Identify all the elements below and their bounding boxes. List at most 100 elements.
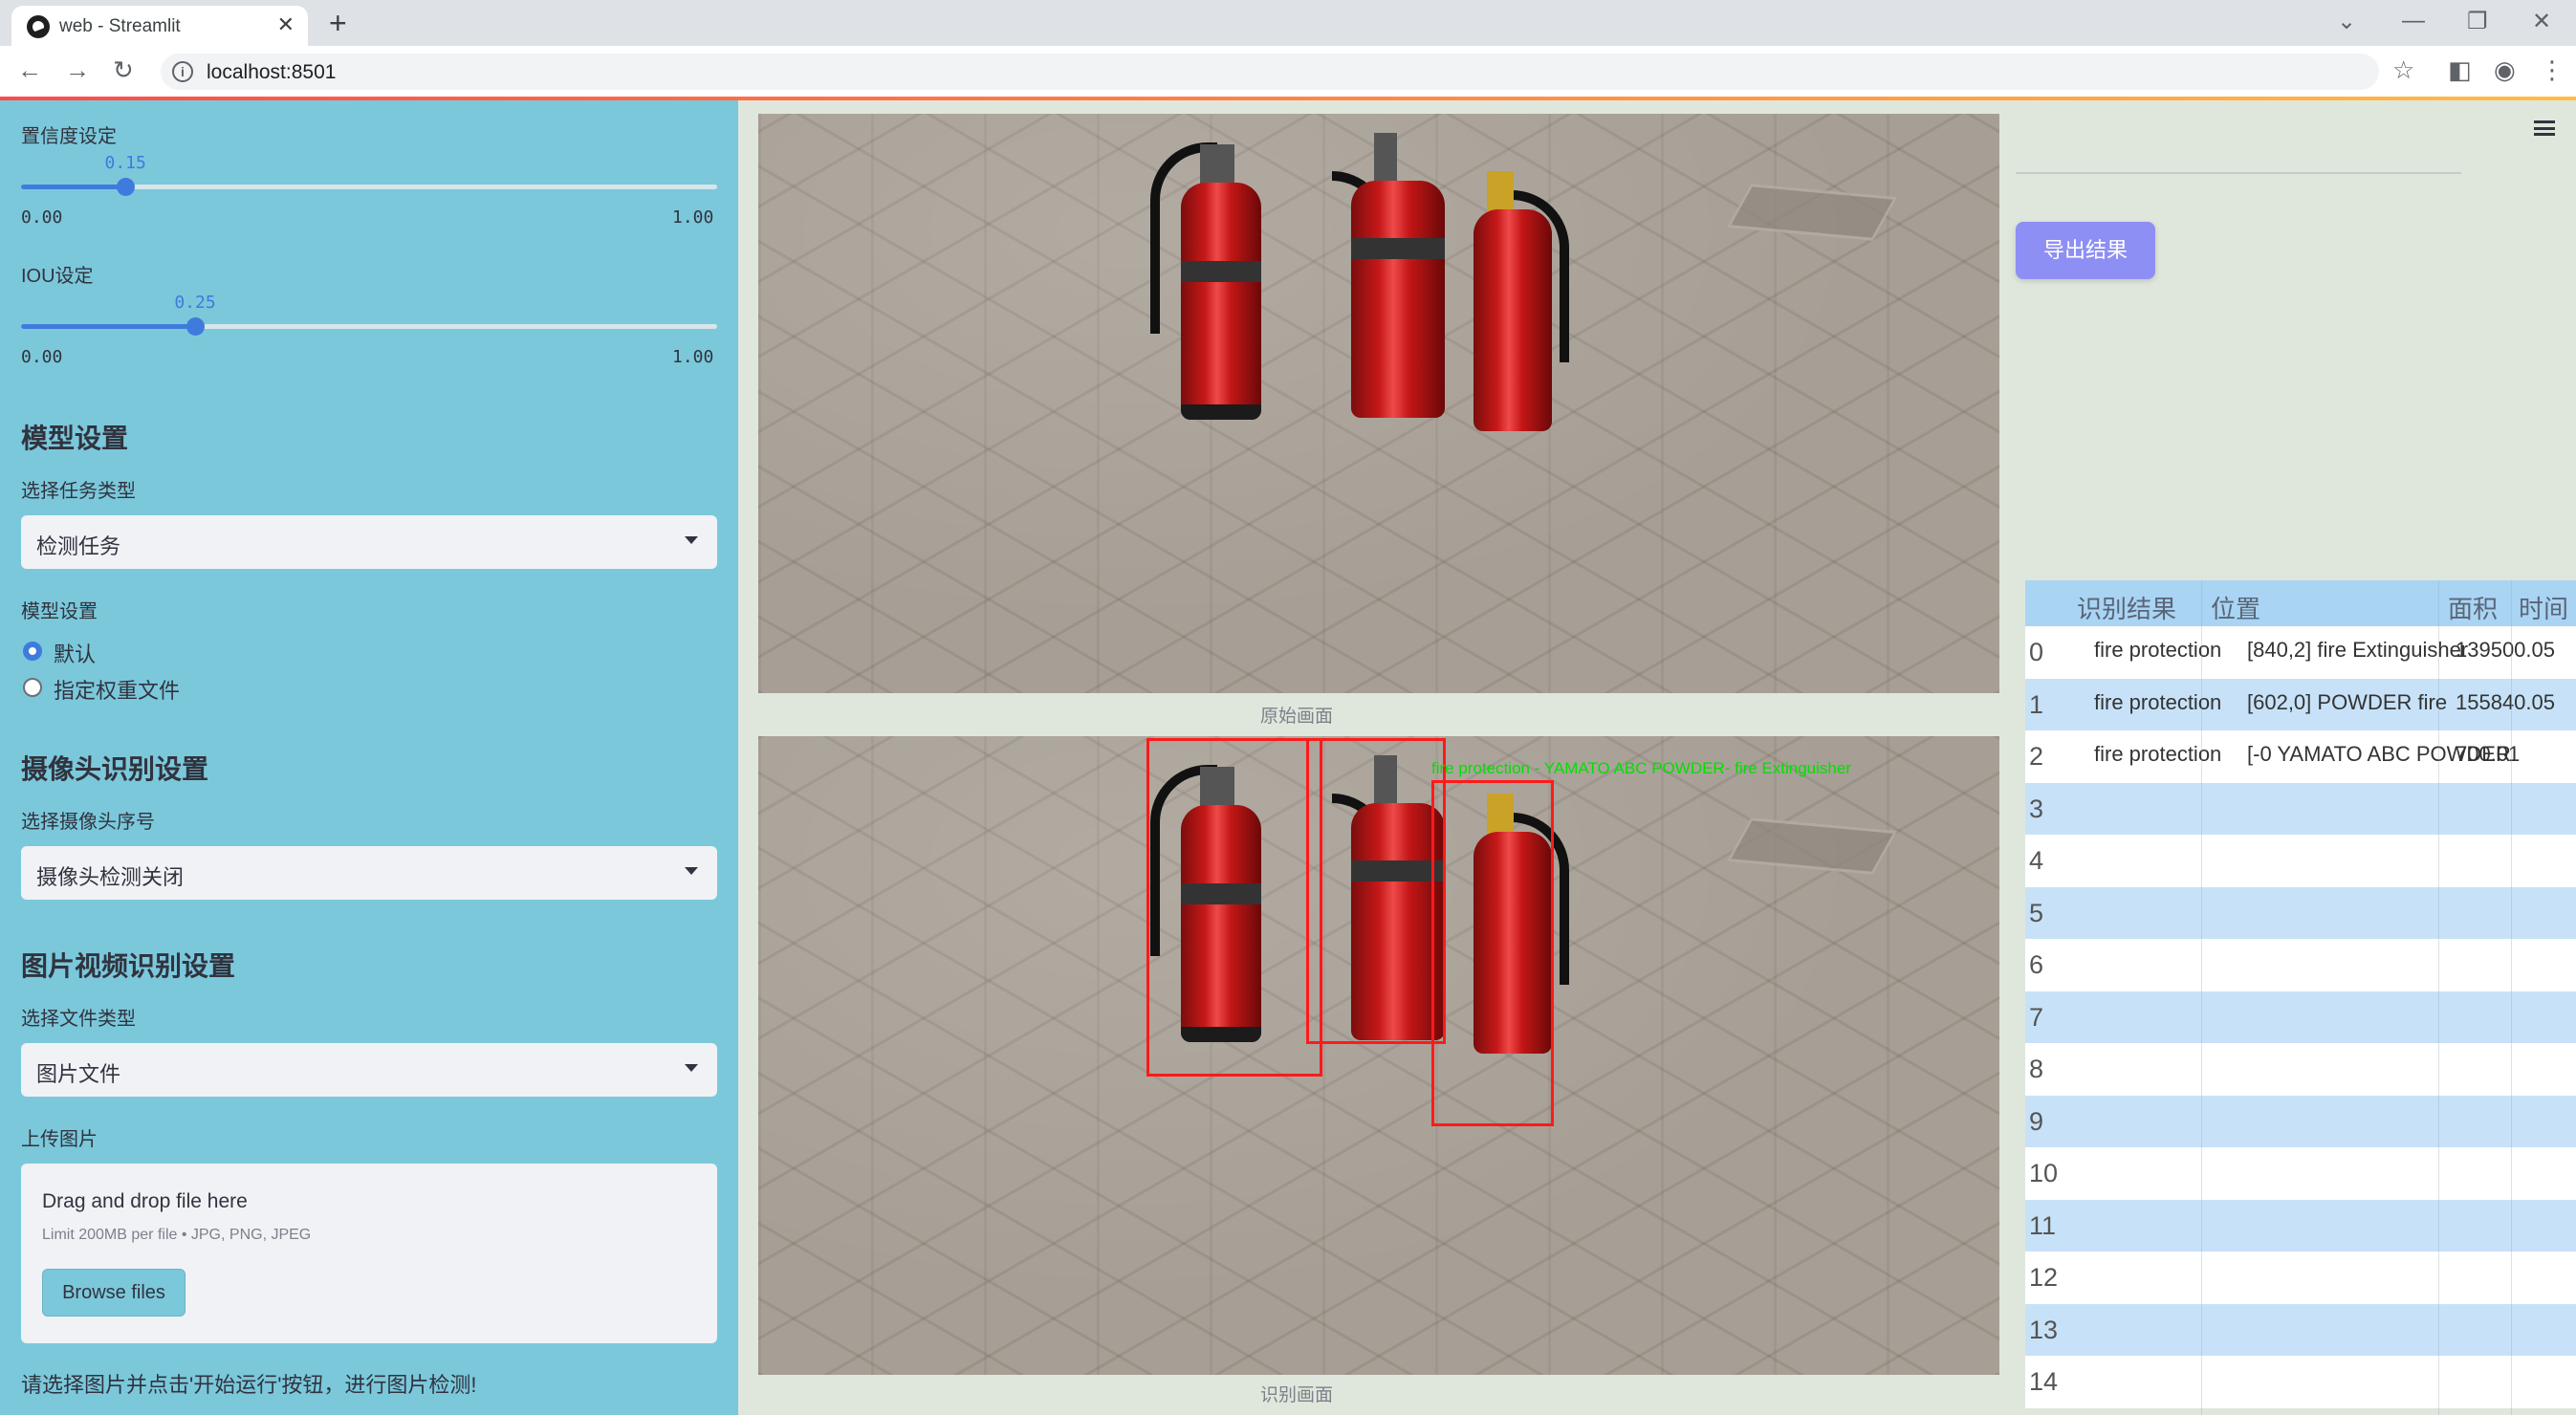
browser-menu-icon[interactable]: ⋮	[2540, 55, 2565, 85]
reload-icon[interactable]: ↻	[113, 55, 134, 85]
column-divider	[2438, 580, 2439, 1415]
table-row[interactable]: 3	[2025, 782, 2576, 836]
confidence-slider-handle[interactable]	[117, 178, 136, 196]
table-row[interactable]: 0 fire protection [840,2] fire Extinguishe…	[2025, 626, 2576, 679]
task-type-label: 选择任务类型	[21, 481, 136, 502]
confidence-value: 0.15	[104, 153, 146, 173]
chevron-down-icon	[685, 1064, 698, 1072]
row-index: 2	[2029, 742, 2044, 771]
model-settings-heading: 模型设置	[21, 424, 129, 453]
chevron-down-icon	[685, 867, 698, 875]
table-row[interactable]: 14	[2025, 1356, 2576, 1408]
iou-max: 1.00	[672, 347, 714, 367]
header-time[interactable]: 时间	[2519, 590, 2568, 625]
cell-area: 700.01	[2456, 742, 2521, 766]
header-position[interactable]: 位置	[2211, 590, 2260, 625]
confidence-max: 1.00	[672, 207, 714, 228]
extinguisher-foam	[1150, 123, 1284, 429]
site-info-icon[interactable]: i	[172, 61, 193, 82]
camera-settings-heading: 摄像头识别设置	[21, 754, 209, 784]
restore-icon[interactable]: ❐	[2467, 8, 2488, 35]
divider	[2016, 172, 2461, 174]
original-image	[758, 114, 1999, 693]
column-divider	[2511, 580, 2512, 1415]
table-row[interactable]: 1 fire protection [602,0] POWDER fire 15584…	[2025, 678, 2576, 731]
detection-label: fire protection - YAMATO ABC POWDER- fir…	[1431, 759, 1851, 777]
result-image: fire protection - YAMATO ABC POWDER- fir…	[758, 736, 1999, 1375]
cell-result: fire protection	[2094, 742, 2222, 766]
close-tab-icon[interactable]: ✕	[277, 12, 295, 37]
iou-value: 0.25	[174, 293, 216, 313]
results-table: 识别结果 位置 面积 时间 0 fire protection [840,2] fi…	[2025, 580, 2576, 1415]
file-type-select[interactable]: 图片文件	[21, 1043, 717, 1097]
url-text: localhost:8501	[207, 61, 337, 83]
iou-slider[interactable]	[21, 317, 717, 336]
forward-icon[interactable]: →	[65, 55, 90, 85]
back-icon[interactable]: ←	[17, 55, 42, 85]
row-index: 12	[2029, 1263, 2059, 1292]
row-index: 7	[2029, 1002, 2044, 1032]
row-index: 1	[2029, 689, 2044, 719]
radio-default-label: 默认	[54, 642, 97, 666]
cell-result: fire protection	[2094, 689, 2222, 714]
table-row[interactable]: 6	[2025, 939, 2576, 991]
instruction-text: 请选择图片并点击'开始运行'按钮，进行图片检测!	[21, 1373, 477, 1397]
file-type-label: 选择文件类型	[21, 1009, 136, 1030]
bookmark-star-icon[interactable]: ☆	[2392, 55, 2414, 85]
table-row[interactable]: 7	[2025, 990, 2576, 1044]
new-tab-icon[interactable]: +	[329, 6, 347, 40]
header-result[interactable]: 识别结果	[2077, 590, 2176, 625]
row-index: 8	[2029, 1055, 2044, 1083]
row-index: 4	[2029, 846, 2044, 875]
table-row[interactable]: 9	[2025, 1095, 2576, 1148]
browser-tab-bar: web - Streamlit ✕ + ⌄ — ❐ ✕	[0, 0, 2576, 46]
model-setting-label: 模型设置	[21, 601, 98, 622]
task-type-select[interactable]: 检测任务	[21, 515, 717, 569]
dropzone-title: Drag and drop file here	[42, 1190, 248, 1212]
confidence-min: 0.00	[21, 207, 63, 228]
streamlit-logo-icon	[27, 15, 50, 38]
iou-slider-handle[interactable]	[186, 317, 205, 336]
confidence-slider[interactable]	[21, 178, 717, 196]
table-row[interactable]: 13	[2025, 1303, 2576, 1357]
sidebar: 置信度设定 0.15 0.00 1.00 IOU设定 0.25 0.00 1.0…	[0, 100, 738, 1415]
table-row[interactable]: 11	[2025, 1199, 2576, 1252]
table-row[interactable]: 10	[2025, 1147, 2576, 1200]
radio-unselected-icon	[23, 678, 42, 697]
table-row[interactable]: 5	[2025, 886, 2576, 940]
chevron-down-icon	[685, 536, 698, 544]
drain-cover	[1726, 184, 1898, 241]
browser-tab[interactable]: web - Streamlit ✕	[11, 6, 308, 46]
address-bar: ← → ↻ i localhost:8501 ☆ ◧ ◉ ⋮	[0, 46, 2576, 98]
hamburger-menu-icon[interactable]	[2534, 120, 2555, 136]
table-row[interactable]: 2 fire protection [-0 YAMATO ABC POWDER 700…	[2025, 730, 2576, 783]
file-dropzone[interactable]: Drag and drop file here Limit 200MB per …	[21, 1164, 717, 1343]
table-header: 识别结果 位置 面积 时间	[2025, 580, 2576, 626]
original-caption: 原始画面	[1260, 707, 1334, 727]
task-type-value: 检测任务	[36, 534, 121, 558]
export-results-button[interactable]: 导出结果	[2016, 222, 2155, 279]
profile-avatar-icon[interactable]: ◉	[2494, 55, 2516, 85]
detection-box	[1431, 780, 1554, 1126]
radio-selected-icon	[23, 642, 42, 661]
drain-cover	[1726, 817, 1898, 875]
table-row[interactable]: 8	[2025, 1043, 2576, 1096]
iou-label: IOU设定	[21, 266, 94, 287]
result-caption: 识别画面	[1260, 1385, 1334, 1405]
detection-box	[1306, 738, 1446, 1044]
cell-area: 139500.05	[2456, 638, 2555, 662]
extinguisher-powder	[1313, 133, 1447, 439]
row-index: 3	[2029, 794, 2044, 823]
side-panel-icon[interactable]: ◧	[2448, 55, 2472, 85]
radio-custom-label: 指定权重文件	[54, 679, 181, 703]
minimize-icon[interactable]: —	[2402, 8, 2425, 34]
window-close-icon[interactable]: ✕	[2532, 8, 2551, 35]
url-field[interactable]: i localhost:8501	[161, 54, 2379, 90]
table-row[interactable]: 12	[2025, 1252, 2576, 1304]
table-row[interactable]: 4	[2025, 835, 2576, 887]
browse-files-button[interactable]: Browse files	[42, 1269, 186, 1317]
tab-search-icon[interactable]: ⌄	[2337, 8, 2356, 35]
header-area[interactable]: 面积	[2448, 590, 2498, 625]
row-index: 6	[2029, 950, 2044, 979]
camera-index-select[interactable]: 摄像头检测关闭	[21, 846, 717, 900]
